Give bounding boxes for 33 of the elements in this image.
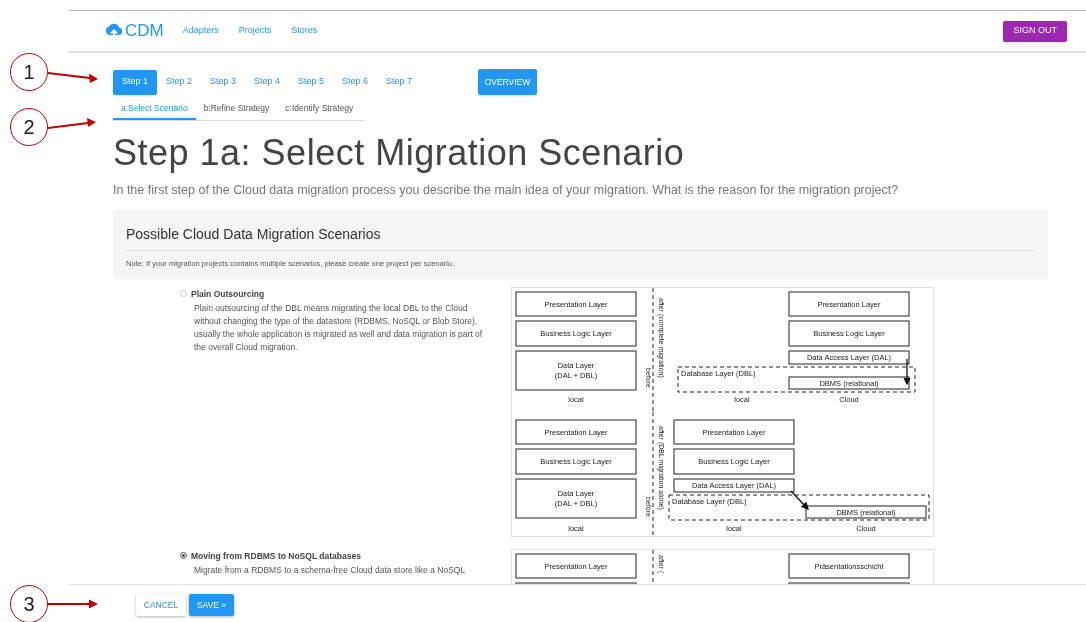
sub-tab[interactable]: a:Select Scenario [113, 99, 196, 120]
migration-arrow [903, 358, 911, 386]
step-tab[interactable]: Step 5 [289, 69, 333, 95]
callout-arrow [48, 70, 98, 84]
app-logo[interactable]: CDM [125, 18, 164, 44]
migration-arrow [790, 490, 809, 510]
page-heading: Step 1a: Select Migration Scenario [113, 131, 686, 175]
intro-text: In the first step of the Cloud data migration process you describe the main idea of your migration. What is the reason for the migration project? [113, 182, 900, 199]
save-button[interactable]: SAVE » [189, 594, 234, 616]
scenario-description: Plain outsourcing of the DBL means migrating the local DBL to the Cloud without changing the type of the datastore (RDBMS, NoSQL or Blob Store), usually the whole application is migrated as well and data migration is part of the overall Cloud migration. [194, 301, 484, 354]
overview-button[interactable]: OVERVIEW [478, 69, 537, 95]
scenario-description: Migrate from a RDBMS to a schema-free Cloud data store like a NoSQL [194, 563, 467, 577]
sign-out-button[interactable]: SIGN OUT [1003, 20, 1067, 42]
sub-tab[interactable]: b:Refine Strategy [195, 99, 278, 120]
step-tab[interactable]: Step 3 [201, 69, 245, 95]
callout-number: 3 [10, 585, 48, 622]
scenario-title: Moving from RDBMS to NoSQL databases [191, 550, 362, 563]
step-tab[interactable]: Step 1 [113, 69, 157, 95]
step-tab[interactable]: Step 4 [245, 69, 289, 95]
callout-number: 2 [10, 108, 48, 146]
step-tab[interactable]: Step 6 [333, 69, 377, 95]
radio-button[interactable] [180, 552, 187, 559]
nav-link[interactable]: Projects [238, 24, 272, 38]
sub-tab[interactable]: c:Identify Strategy [277, 99, 362, 120]
nav-link[interactable]: Stores [291, 24, 318, 38]
callout-arrow [48, 117, 98, 131]
cancel-button[interactable]: CANCEL [136, 594, 186, 616]
step-tab[interactable]: Step 2 [157, 69, 201, 95]
panel-title: Possible Cloud Data Migration Scenarios [126, 223, 1035, 251]
callout-number: 1 [10, 53, 48, 91]
scenario-title: Plain Outsourcing [191, 288, 266, 301]
nav-link[interactable]: Adapters [182, 24, 219, 38]
step-tab[interactable]: Step 7 [377, 69, 421, 95]
